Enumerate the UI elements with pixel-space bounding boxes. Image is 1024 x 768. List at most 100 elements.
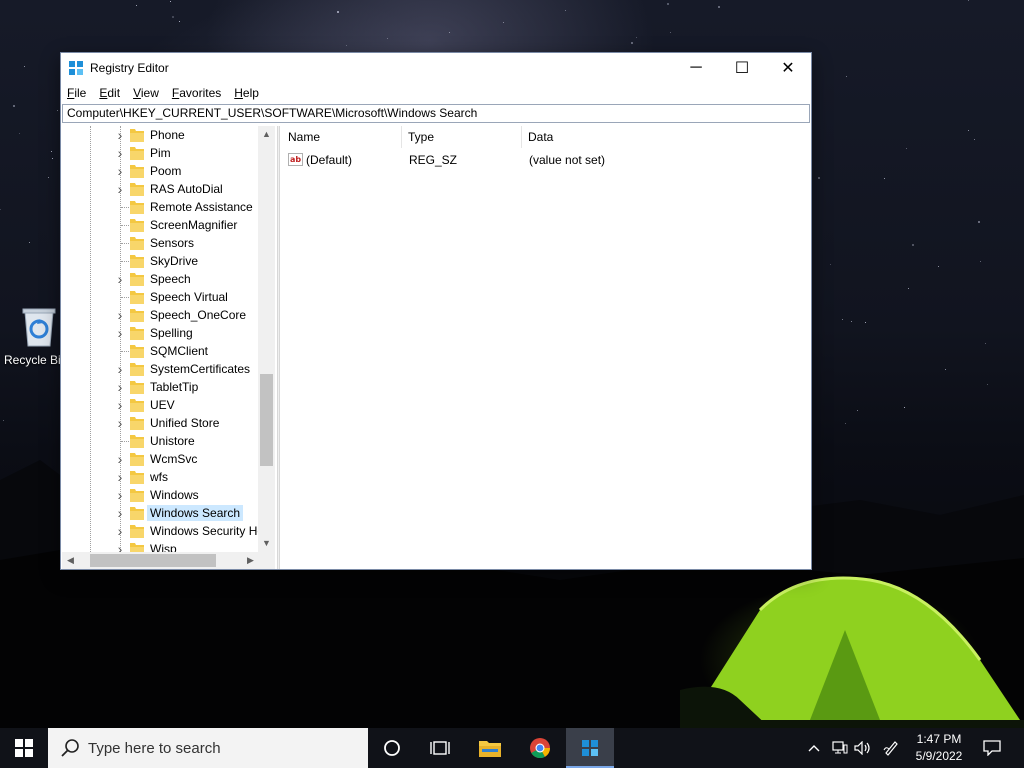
expand-chevron-icon[interactable]: › bbox=[115, 164, 125, 178]
file-explorer-button[interactable] bbox=[466, 728, 514, 768]
expand-chevron-icon[interactable]: › bbox=[115, 470, 125, 484]
star bbox=[631, 42, 633, 44]
key-tree-pane: › Phone › Pim › Poom › RAS AutoDial Remote Assis… bbox=[62, 126, 275, 569]
expand-chevron-icon[interactable]: › bbox=[115, 416, 125, 430]
folder-icon bbox=[130, 273, 144, 286]
tree-item-speech[interactable]: › Speech bbox=[62, 270, 258, 288]
show-hidden-icons-button[interactable] bbox=[806, 728, 822, 768]
tree-item-unified-store[interactable]: › Unified Store bbox=[62, 414, 258, 432]
tree-item-label: UEV bbox=[150, 398, 175, 412]
tree-item-tablettip[interactable]: › TabletTip bbox=[62, 378, 258, 396]
registry-editor-taskbar-button[interactable] bbox=[566, 728, 614, 768]
expand-chevron-icon[interactable]: › bbox=[115, 398, 125, 412]
column-header-type[interactable]: Type bbox=[402, 126, 522, 148]
tree-item-phone[interactable]: › Phone bbox=[62, 126, 258, 144]
tree-item-ras-autodial[interactable]: › RAS AutoDial bbox=[62, 180, 258, 198]
tree-item-wfs[interactable]: › wfs bbox=[62, 468, 258, 486]
expand-chevron-icon[interactable]: › bbox=[115, 488, 125, 502]
tree-item-systemcertificates[interactable]: › SystemCertificates bbox=[62, 360, 258, 378]
address-bar[interactable]: Computer\HKEY_CURRENT_USER\SOFTWARE\Micr… bbox=[62, 104, 810, 123]
tree-item-speech-virtual[interactable]: Speech Virtual bbox=[62, 288, 258, 306]
network-tray-button[interactable] bbox=[830, 728, 850, 768]
maximize-button[interactable]: ☐ bbox=[719, 53, 765, 83]
expand-chevron-icon[interactable]: › bbox=[115, 380, 125, 394]
action-center-button[interactable] bbox=[978, 728, 1006, 768]
folder-icon bbox=[130, 129, 144, 142]
expand-chevron-icon[interactable]: › bbox=[115, 542, 125, 552]
value-row[interactable]: ab (Default) REG_SZ (value not set) bbox=[282, 151, 810, 169]
menu-view[interactable]: View bbox=[133, 86, 159, 100]
expand-chevron-icon[interactable]: › bbox=[115, 128, 125, 142]
star bbox=[904, 407, 905, 408]
star bbox=[670, 32, 671, 33]
star bbox=[24, 66, 25, 67]
title-bar[interactable]: Registry Editor ─ ☐ ✕ bbox=[61, 53, 811, 83]
tree-item-speech-onecore[interactable]: › Speech_OneCore bbox=[62, 306, 258, 324]
tree-item-windows-security-health[interactable]: › Windows Security Health bbox=[62, 522, 258, 540]
star bbox=[170, 1, 171, 2]
star bbox=[19, 133, 20, 134]
expand-chevron-icon[interactable]: › bbox=[115, 362, 125, 376]
menu-favorites[interactable]: Favorites bbox=[172, 86, 221, 100]
expand-chevron-icon[interactable]: › bbox=[115, 146, 125, 160]
volume-tray-button[interactable] bbox=[852, 728, 874, 768]
tree-item-label: ScreenMagnifier bbox=[150, 218, 238, 232]
expand-chevron-icon[interactable]: › bbox=[115, 506, 125, 520]
tree-item-screenmagnifier[interactable]: ScreenMagnifier bbox=[62, 216, 258, 234]
minimize-icon: ─ bbox=[690, 59, 702, 76]
taskbar-search-box[interactable]: Type here to search bbox=[48, 728, 368, 768]
expand-chevron-icon[interactable]: › bbox=[115, 326, 125, 340]
scroll-left-arrow-icon[interactable]: ◀ bbox=[62, 552, 79, 569]
tree-vertical-scrollbar[interactable]: ▲ ▼ bbox=[258, 126, 275, 552]
scroll-thumb[interactable] bbox=[260, 374, 273, 466]
star bbox=[846, 76, 847, 77]
scroll-down-arrow-icon[interactable]: ▼ bbox=[258, 535, 275, 552]
menu-edit[interactable]: Edit bbox=[99, 86, 120, 100]
tree-item-skydrive[interactable]: SkyDrive bbox=[62, 252, 258, 270]
star bbox=[818, 177, 820, 179]
tree-item-sensors[interactable]: Sensors bbox=[62, 234, 258, 252]
star bbox=[718, 6, 720, 8]
scroll-thumb[interactable] bbox=[90, 554, 216, 567]
tree-item-spelling[interactable]: › Spelling bbox=[62, 324, 258, 342]
folder-icon bbox=[130, 363, 144, 376]
pen-workspace-button[interactable] bbox=[880, 728, 902, 768]
close-button[interactable]: ✕ bbox=[765, 53, 811, 83]
tree-item-poom[interactable]: › Poom bbox=[62, 162, 258, 180]
menu-file[interactable]: File bbox=[67, 86, 86, 100]
tree-item-remote-assistance[interactable]: Remote Assistance bbox=[62, 198, 258, 216]
tree-item-label: Poom bbox=[150, 164, 182, 178]
column-header-name[interactable]: Name bbox=[282, 126, 402, 148]
tree-horizontal-scrollbar[interactable]: ◀ ▶ bbox=[62, 552, 275, 569]
scroll-right-arrow-icon[interactable]: ▶ bbox=[242, 552, 259, 569]
tree-item-uev[interactable]: › UEV bbox=[62, 396, 258, 414]
column-header-data[interactable]: Data bbox=[522, 126, 810, 148]
start-button[interactable] bbox=[0, 728, 48, 768]
star bbox=[346, 45, 347, 46]
pane-splitter[interactable] bbox=[277, 126, 280, 569]
tree-item-pim[interactable]: › Pim bbox=[62, 144, 258, 162]
minimize-button[interactable]: ─ bbox=[673, 53, 719, 83]
tree-item-windows[interactable]: › Windows bbox=[62, 486, 258, 504]
tree-item-wisp[interactable]: › Wisp bbox=[62, 540, 258, 552]
tree-item-sqmclient[interactable]: SQMClient bbox=[62, 342, 258, 360]
chrome-button[interactable] bbox=[516, 728, 564, 768]
tree-item-wcmsvc[interactable]: › WcmSvc bbox=[62, 450, 258, 468]
taskbar-clock[interactable]: 1:47 PM 5/9/2022 bbox=[906, 731, 972, 765]
values-pane: Name Type Data ab (Default) REG_SZ (valu… bbox=[282, 126, 810, 569]
menu-help[interactable]: Help bbox=[234, 86, 259, 100]
star bbox=[908, 288, 909, 289]
expand-chevron-icon[interactable]: › bbox=[115, 308, 125, 322]
task-view-button[interactable] bbox=[416, 728, 464, 768]
star bbox=[906, 148, 907, 149]
expand-chevron-icon[interactable]: › bbox=[115, 182, 125, 196]
tree-item-unistore[interactable]: Unistore bbox=[62, 432, 258, 450]
cortana-button[interactable] bbox=[368, 728, 416, 768]
expand-chevron-icon[interactable]: › bbox=[115, 524, 125, 538]
tent-image bbox=[680, 576, 1024, 728]
expand-chevron-icon[interactable]: › bbox=[115, 452, 125, 466]
expand-chevron-icon[interactable]: › bbox=[115, 272, 125, 286]
scroll-up-arrow-icon[interactable]: ▲ bbox=[258, 126, 275, 143]
volume-icon bbox=[854, 741, 870, 755]
tree-item-windows-search[interactable]: › Windows Search bbox=[62, 504, 258, 522]
